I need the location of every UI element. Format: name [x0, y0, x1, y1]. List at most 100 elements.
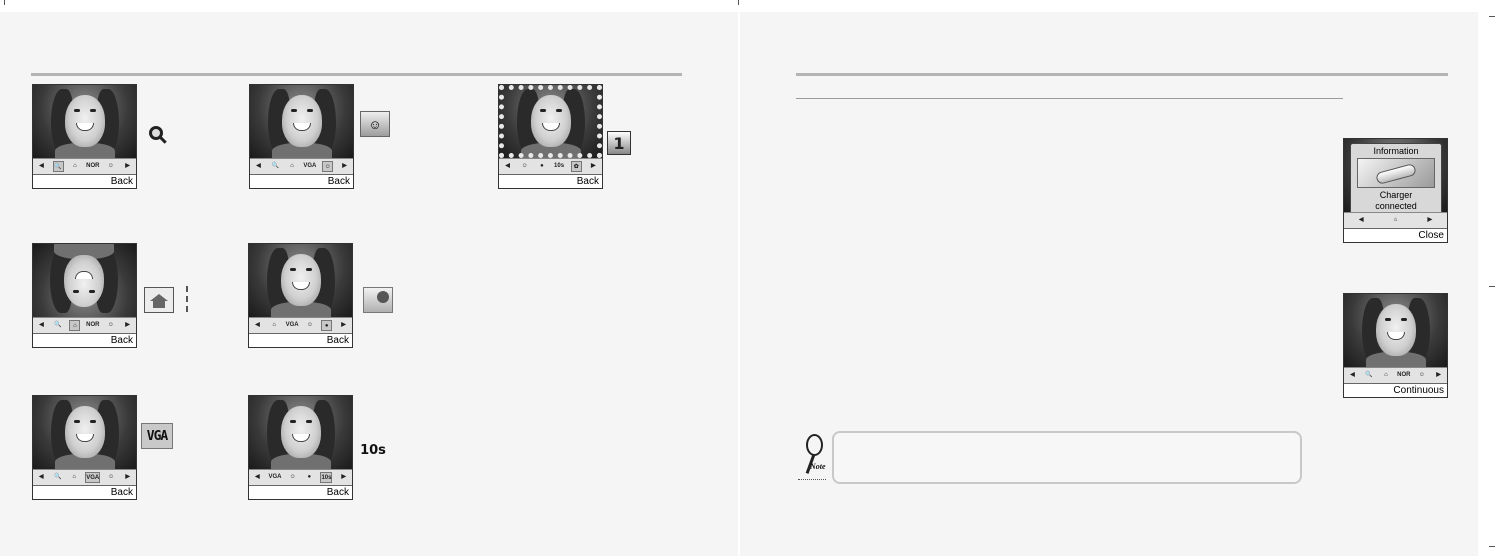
flip-tool-icon: ⌂ [1393, 217, 1398, 223]
scroll-right-icon: ▶ [125, 474, 130, 480]
scroll-left-icon: ◀ [255, 474, 260, 480]
effect-tool-icon: ☺ [1418, 372, 1425, 378]
popup-title: Information [1373, 146, 1419, 156]
back-softkey[interactable]: Back [250, 174, 353, 188]
resolution-tool-icon: VGA [285, 322, 299, 328]
crop-mark [738, 0, 739, 5]
resolution-tool-icon: VGA [303, 163, 317, 169]
scroll-right-icon: ▶ [125, 322, 130, 328]
scroll-left-icon: ◀ [255, 322, 260, 328]
decorative-frame [499, 85, 602, 158]
crop-mark [1489, 16, 1495, 17]
scroll-right-icon: ▶ [591, 163, 596, 169]
portrait-photo [1344, 294, 1447, 367]
phone-screen-flip: ◀ 🔍 ⌂ NOR ☺ ▶ Back [32, 243, 137, 348]
phone-screen-brightness: ◀ ⌂ VGA ☺ ● ▶ Back [248, 243, 353, 348]
scroll-left-icon: ◀ [39, 322, 44, 328]
crop-mark [4, 0, 5, 5]
quality-tool-icon: NOR [86, 322, 100, 328]
note-box [832, 431, 1302, 484]
battery-icon [1375, 163, 1417, 185]
portrait-photo [249, 396, 352, 469]
scroll-right-icon: ▶ [342, 163, 347, 169]
frame-number-icon: 1 [607, 131, 631, 155]
effect-icon: ☺ [360, 111, 390, 137]
note-label: Note [810, 462, 826, 471]
effect-tool-icon: ☺ [107, 322, 114, 328]
continuous-softkey[interactable]: Continuous [1344, 383, 1447, 397]
zoom-tool-icon: 🔍 [271, 163, 279, 169]
effect-tool-icon: ☺ [322, 161, 334, 172]
brightness-tool-icon: ● [540, 163, 544, 169]
back-softkey[interactable]: Back [249, 485, 352, 499]
flip-tool-icon: ⌂ [73, 163, 77, 169]
flip-separator-icon [186, 286, 188, 312]
flip-tool-icon: ⌂ [69, 320, 81, 331]
crop-mark [1489, 546, 1495, 547]
phone-screen-continuous: ◀ 🔍 ⌂ NOR ☺ ▶ Continuous [1343, 293, 1448, 398]
scroll-right-icon: ▶ [341, 322, 346, 328]
camera-toolbar: ◀ 🔍 ⌂ NOR ☺ ▶ [33, 158, 136, 174]
back-softkey[interactable]: Back [249, 333, 352, 347]
portrait-photo [250, 85, 353, 158]
camera-toolbar: ◀ ⌂ VGA ☺ ● ▶ [249, 317, 352, 333]
margin-strip [1478, 0, 1495, 556]
scroll-left-icon: ◀ [38, 474, 44, 480]
popup-message-line1: Charger [1379, 190, 1413, 200]
flip-tool-icon: ⌂ [1384, 372, 1388, 378]
camera-toolbar: ◀ ⌂ ▶ [1344, 212, 1447, 228]
scroll-left-icon: ◀ [1358, 217, 1364, 223]
scroll-right-icon: ▶ [1427, 217, 1433, 223]
resolution-icon: VGA [141, 423, 173, 449]
flip-tool-icon: ⌂ [290, 163, 294, 169]
scroll-left-icon: ◀ [39, 163, 44, 169]
back-softkey[interactable]: Back [33, 485, 136, 499]
portrait-photo [33, 396, 136, 469]
quality-tool-icon: NOR [1397, 372, 1411, 378]
charger-image [1357, 158, 1435, 188]
scroll-left-icon: ◀ [1350, 372, 1355, 378]
scroll-right-icon: ▶ [125, 163, 130, 169]
effect-tool-icon: ☺ [306, 322, 313, 328]
phone-screen-resolution: ◀ 🔍 ⌂ VGA ☺ ▶ Back [32, 395, 137, 500]
section-rule-right [796, 73, 1448, 76]
effect-tool-icon: ☺ [289, 474, 296, 480]
self-timer-icon: 10s [360, 442, 386, 458]
crop-mark [1489, 286, 1495, 287]
zoom-tool-icon: 🔍 [53, 474, 62, 480]
phone-screen-timer: ◀ VGA ☺ ● 10s ▶ Back [248, 395, 353, 500]
brightness-tool-icon: ● [307, 474, 312, 480]
camera-toolbar: ◀ ☺ ● 10s ✿ ▶ [499, 158, 602, 174]
subsection-rule [796, 98, 1343, 99]
zoom-icon [145, 122, 167, 144]
back-softkey[interactable]: Back [499, 174, 602, 188]
brightness-tool-icon: ● [321, 320, 333, 331]
scroll-left-icon: ◀ [256, 163, 261, 169]
note-icon: Note [796, 432, 832, 482]
portrait-photo [33, 85, 136, 158]
back-softkey[interactable]: Back [33, 333, 136, 347]
portrait-photo [249, 244, 352, 317]
camera-toolbar: ◀ 🔍 ⌂ NOR ☺ ▶ [1344, 367, 1447, 383]
resolution-tool-icon: VGA [85, 472, 101, 483]
zoom-tool-icon: 🔍 [54, 322, 62, 328]
effect-tool-icon: ☺ [108, 474, 115, 480]
zoom-tool-icon: 🔍 [1365, 372, 1373, 378]
popup-message-line2: connected [1375, 201, 1417, 211]
section-rule-left [31, 73, 682, 76]
camera-toolbar: ◀ 🔍 ⌂ VGA ☺ ▶ [33, 469, 136, 485]
portrait-photo-flipped [33, 244, 136, 317]
timer-tool-icon: 10s [554, 163, 565, 169]
effect-tool-icon: ☺ [107, 163, 114, 169]
phone-screen-info: Information Charger connected ◀ ⌂ ▶ Clos… [1343, 138, 1448, 243]
close-softkey[interactable]: Close [1344, 228, 1447, 242]
phone-screen-effect: ◀ 🔍 ⌂ VGA ☺ ▶ Back [249, 84, 354, 189]
frame-tool-icon: ✿ [570, 161, 582, 172]
zoom-tool-icon: 🔍 [52, 161, 64, 172]
effect-tool-icon: ☺ [521, 163, 528, 169]
scroll-right-icon: ▶ [341, 474, 346, 480]
camera-toolbar: ◀ 🔍 ⌂ NOR ☺ ▶ [33, 317, 136, 333]
phone-screen-frame: ◀ ☺ ● 10s ✿ ▶ Back [498, 84, 603, 189]
back-softkey[interactable]: Back [33, 174, 136, 188]
quality-tool-icon: NOR [86, 163, 100, 169]
